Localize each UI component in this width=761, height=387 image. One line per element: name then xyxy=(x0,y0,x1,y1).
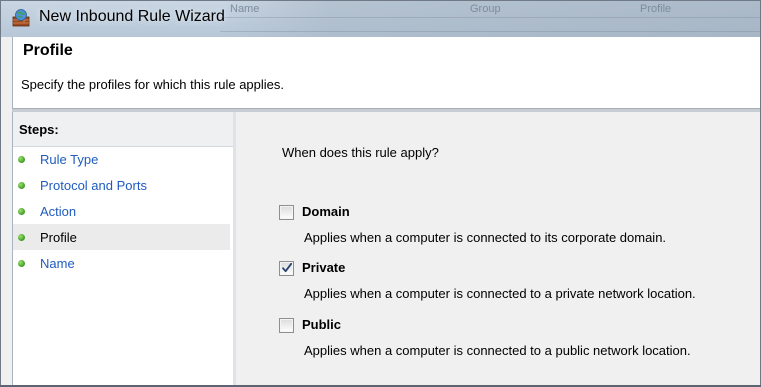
step-label: Action xyxy=(40,203,77,219)
step-label: Rule Type xyxy=(40,151,99,167)
private-description: Applies when a computer is connected to … xyxy=(304,286,696,301)
background-row-divider xyxy=(220,17,760,18)
window-title: New Inbound Rule Wizard xyxy=(39,8,225,25)
wizard-window: Name Group Profile New Inbound Rule Wiza… xyxy=(0,0,761,386)
step-status-icon xyxy=(18,155,25,163)
step-protocol-and-ports[interactable]: Protocol and Ports xyxy=(13,172,230,198)
step-status-icon xyxy=(18,181,25,189)
step-status-icon xyxy=(18,207,25,215)
main-content: When does this rule apply? Domain Applie… xyxy=(236,112,760,386)
domain-label[interactable]: Domain xyxy=(302,204,350,219)
step-label: Profile xyxy=(40,229,77,245)
step-label: Protocol and Ports xyxy=(40,177,147,193)
background-window-ghost: Name Group Profile xyxy=(220,1,760,37)
step-action[interactable]: Action xyxy=(13,198,230,224)
background-column-name: Name xyxy=(230,3,260,15)
firewall-rule-icon xyxy=(12,9,30,27)
step-status-icon xyxy=(18,233,25,241)
public-label[interactable]: Public xyxy=(302,317,341,332)
domain-description: Applies when a computer is connected to … xyxy=(304,230,667,245)
checkmark-icon xyxy=(282,262,293,273)
public-checkbox[interactable] xyxy=(279,318,294,333)
background-column-profile: Profile xyxy=(640,3,672,15)
domain-checkbox[interactable] xyxy=(279,205,294,220)
title-bar[interactable]: Name Group Profile New Inbound Rule Wiza… xyxy=(1,1,760,37)
page-subtitle: Specify the profiles for which this rule… xyxy=(21,77,285,92)
step-rule-type[interactable]: Rule Type xyxy=(13,146,230,172)
background-column-group: Group xyxy=(470,3,501,15)
public-description: Applies when a computer is connected to … xyxy=(304,343,691,358)
private-checkbox[interactable] xyxy=(279,261,294,276)
page-title: Profile xyxy=(23,42,73,59)
step-label: Name xyxy=(40,255,75,271)
step-status-icon xyxy=(18,259,25,267)
steps-pane: Steps: Rule Type Protocol and Ports Acti… xyxy=(12,112,234,386)
rule-question: When does this rule apply? xyxy=(282,145,439,160)
steps-header: Steps: xyxy=(13,112,234,147)
background-row-divider xyxy=(220,31,760,32)
step-name[interactable]: Name xyxy=(13,250,230,276)
steps-title: Steps: xyxy=(19,122,59,137)
page-header: Profile Specify the profiles for which t… xyxy=(12,37,760,108)
private-label[interactable]: Private xyxy=(302,260,345,275)
step-profile[interactable]: Profile xyxy=(13,224,230,250)
